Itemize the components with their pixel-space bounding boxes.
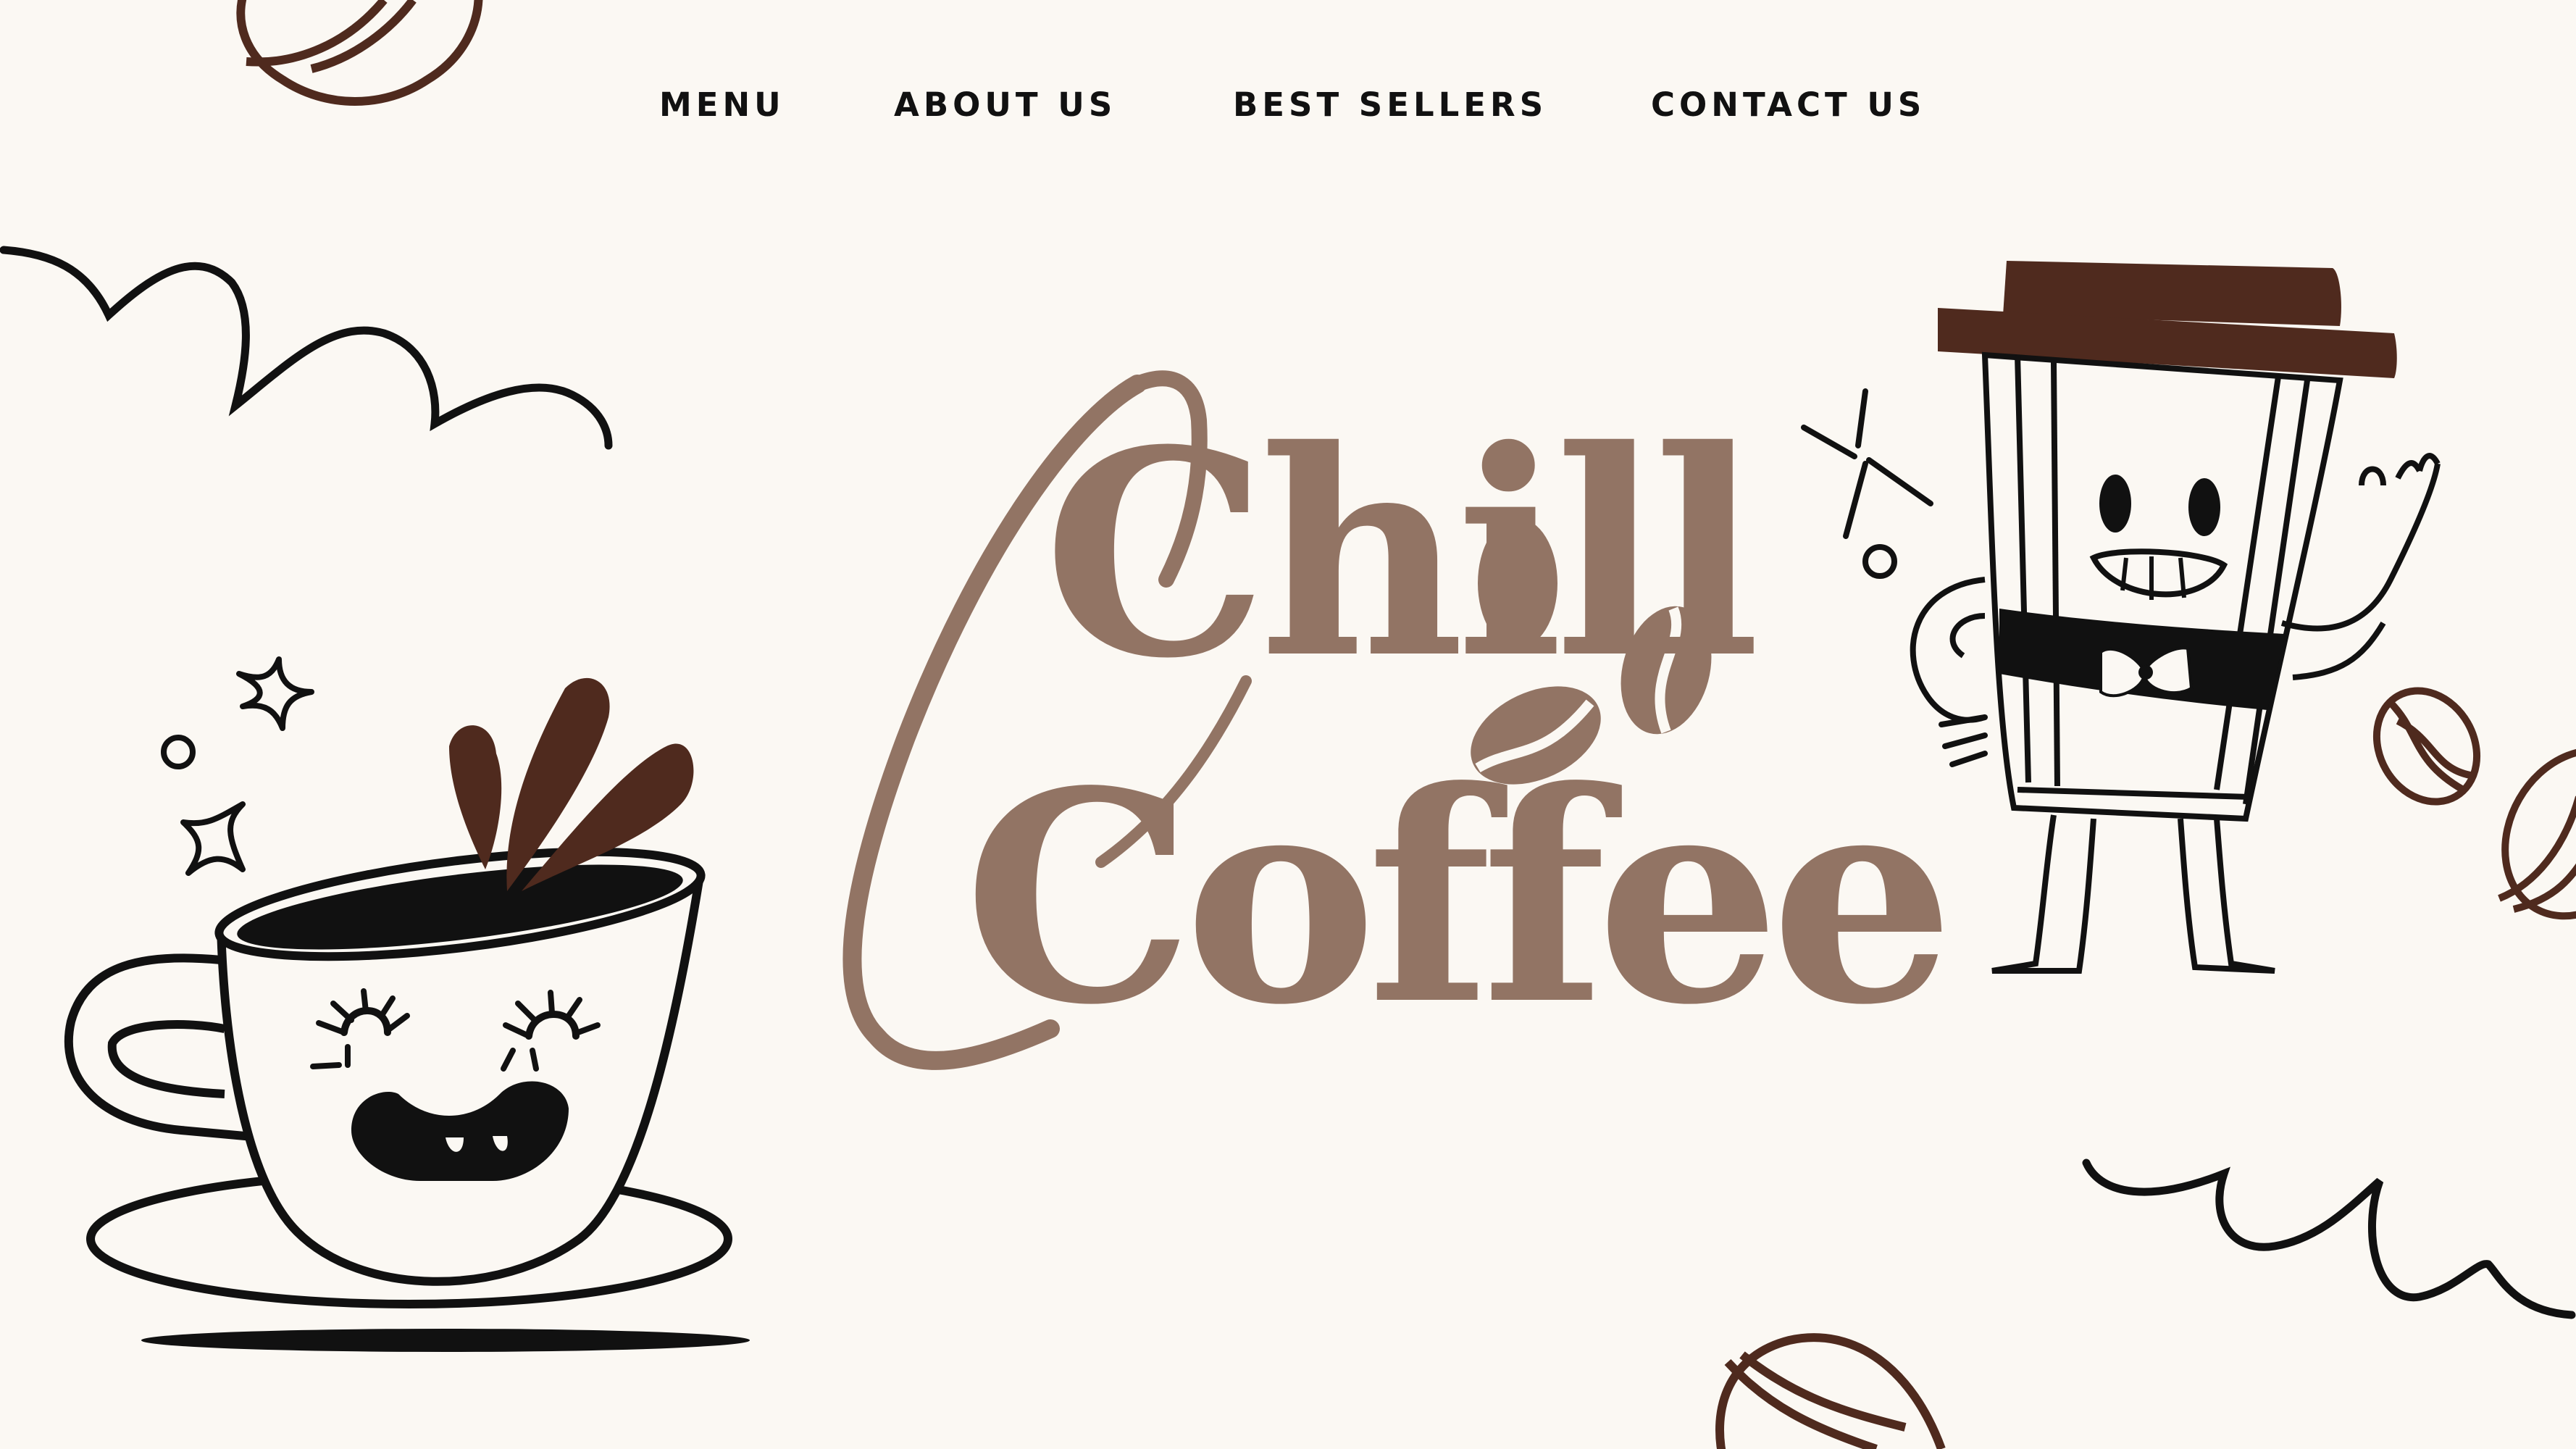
- nav-link-about-us[interactable]: ABOUT US: [894, 85, 1116, 124]
- hero-title: Chill Coffee: [797, 362, 1954, 1101]
- hero-title-chill: Chill: [1043, 388, 1760, 720]
- squiggle-line-top-left: [0, 246, 613, 450]
- takeaway-coffee-cup-character: [1801, 261, 2441, 974]
- coffee-bean-bottom-icon: [1715, 1333, 1946, 1449]
- nav-link-menu[interactable]: MENU: [659, 85, 785, 124]
- nav-link-best-sellers[interactable]: BEST SELLERS: [1233, 85, 1547, 124]
- coffee-bean-edge-icon: [2498, 746, 2576, 920]
- nav-link-contact-us[interactable]: CONTACT US: [1651, 85, 1925, 124]
- coffee-bean-right-icon: [2372, 687, 2481, 806]
- squiggle-line-bottom-right: [2082, 1158, 2576, 1319]
- smiling-coffee-cup-illustration: [64, 677, 750, 1352]
- top-navigation: MENU ABOUT US BEST SELLERS CONTACT US: [0, 85, 2576, 129]
